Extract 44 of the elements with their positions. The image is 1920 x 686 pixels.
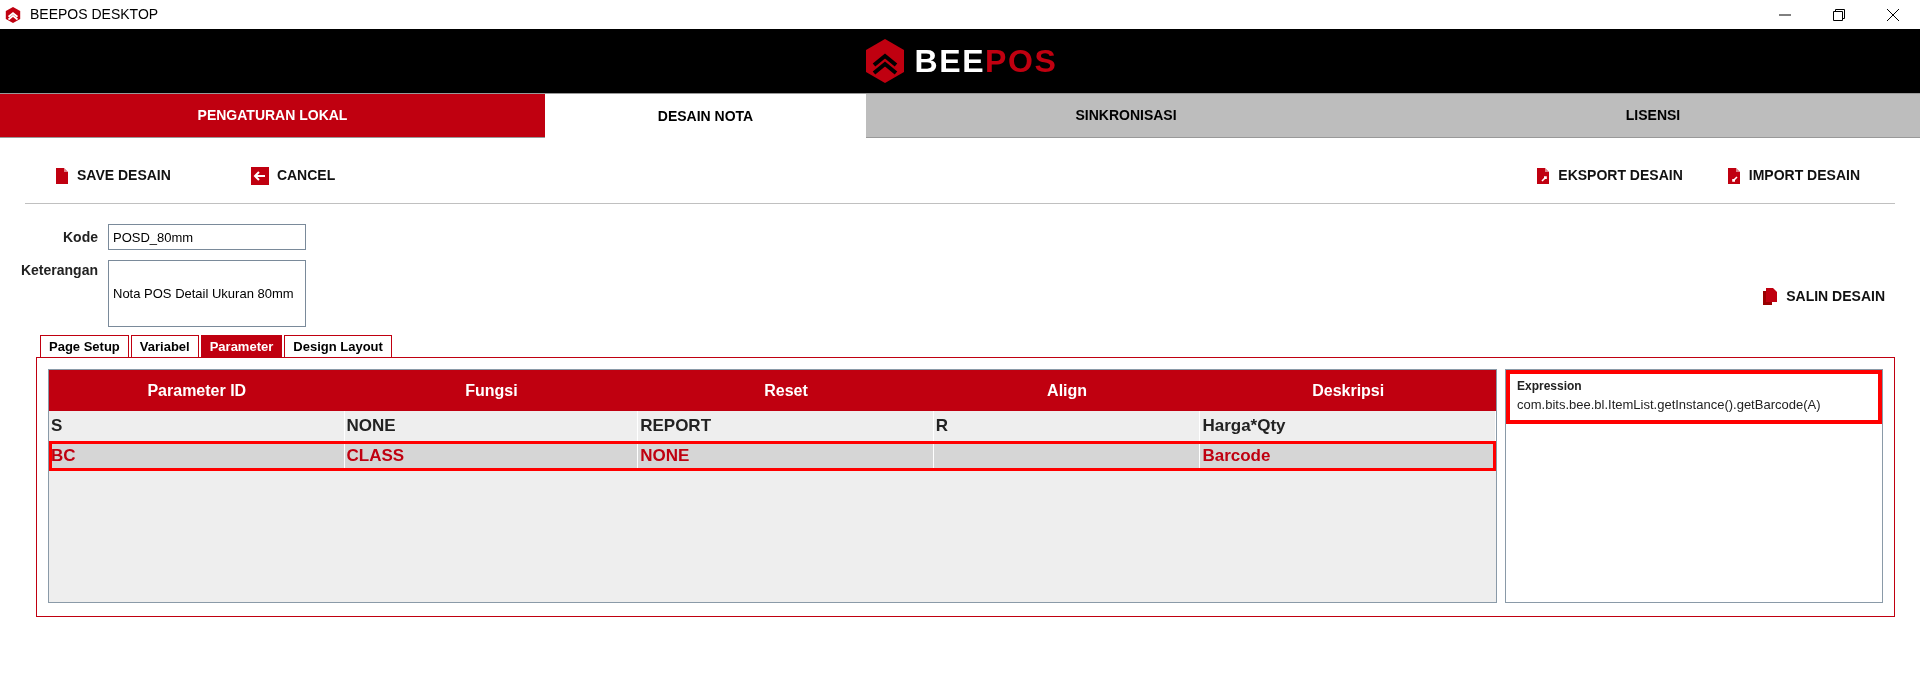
table-cell-text: REPORT [640, 415, 712, 438]
expression-field[interactable]: Expression com.bits.bee.bl.ItemList.getInstance().getBarcode(A) [1506, 370, 1882, 424]
toolbar-button[interactable]: SAVE DESAIN [55, 165, 171, 186]
toolbar-button[interactable]: IMPORT DESAIN [1726, 165, 1860, 186]
table-cell-text: R [935, 415, 949, 438]
copy-icon [1762, 287, 1779, 306]
window-title: BEEPOS DESKTOP [30, 5, 159, 24]
nav-tab[interactable]: PENGATURAN LOKAL [0, 93, 545, 138]
text-area[interactable]: Nota POS Detail Ukuran 80mm [108, 260, 306, 327]
toolbar-button[interactable]: CANCEL [250, 165, 336, 186]
table-cell-text: Barcode [1202, 445, 1271, 468]
table-cell-text: Harga*Qty [1202, 415, 1286, 438]
sub-tab[interactable]: Parameter [200, 335, 283, 357]
file-icon [1536, 166, 1551, 185]
input-field[interactable]: POSD_80mm [108, 224, 306, 250]
sub-tab[interactable]: Design Layout [284, 335, 392, 357]
restore-icon[interactable] [1832, 7, 1846, 22]
close-icon[interactable] [1886, 7, 1900, 22]
column-header: Fungsi [464, 380, 519, 401]
file-icon [1726, 166, 1741, 185]
table-cell-text: S [51, 415, 63, 438]
nav-tab[interactable]: LISENSI [1386, 93, 1920, 138]
field-label: Keterangan [19, 261, 99, 280]
app-logo-icon [4, 5, 22, 24]
expression-value: com.bits.bee.bl.ItemList.getInstance().getBarcode(A) [1517, 396, 1822, 414]
toolbar-button[interactable]: EKSPORT DESAIN [1536, 165, 1683, 186]
table-cell-text: CLASS [346, 445, 405, 468]
sub-tab[interactable]: Page Setup [40, 335, 129, 357]
nav-tab[interactable]: SINKRONISASI [866, 93, 1386, 138]
column-header: Align [1046, 380, 1089, 401]
logo-text: BEEPOS [914, 42, 1058, 81]
table-cell-text: NONE [346, 415, 396, 438]
field-label: Kode [62, 227, 99, 247]
table-row[interactable]: S NONE REPORT R Harga*Qty [49, 411, 1496, 441]
column-header: Reset [763, 380, 809, 401]
column-header: Parameter ID [146, 380, 248, 401]
column-header: Deskripsi [1311, 380, 1386, 401]
expression-label: Expression [1517, 378, 1583, 395]
table-cell-text: BC [51, 445, 76, 468]
table-row[interactable]: BC CLASS NONE Barcode [49, 441, 1496, 471]
table-cell-text: NONE [640, 445, 690, 468]
copy-design-button[interactable]: SALIN DESAIN [1762, 286, 1885, 307]
sub-tab[interactable]: Variabel [130, 335, 199, 357]
file-icon [55, 166, 69, 185]
